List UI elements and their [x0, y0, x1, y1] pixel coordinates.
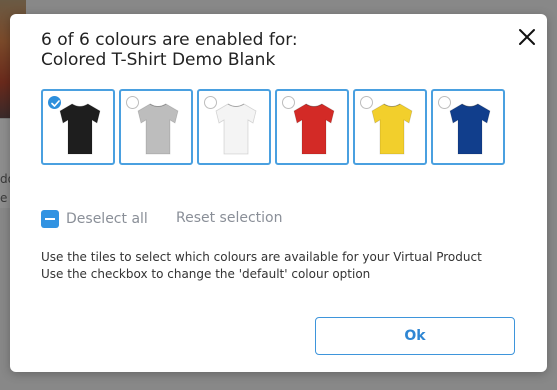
help-text-checkbox: Use the checkbox to change the 'default'…	[41, 267, 371, 281]
colour-tile-navy[interactable]	[431, 89, 505, 165]
deselect-all-checkbox[interactable]	[41, 210, 59, 228]
help-text: Use the tiles to select which colours ar…	[41, 249, 482, 283]
modal-title-line-count: 6 of 6 colours are enabled for:	[41, 30, 298, 50]
reset-selection-link[interactable]: Reset selection	[176, 210, 282, 226]
deselect-all-toggle[interactable]: Deselect all	[41, 210, 148, 228]
tshirt-icon	[215, 103, 257, 155]
tshirt-icon	[371, 103, 413, 155]
modal-title: 6 of 6 colours are enabled for: Colored …	[41, 30, 298, 70]
modal-title-line-product: Colored T-Shirt Demo Blank	[41, 50, 276, 70]
close-icon	[519, 29, 535, 45]
help-text-tiles: Use the tiles to select which colours ar…	[41, 250, 482, 264]
deselect-all-label[interactable]: Deselect all	[66, 211, 148, 227]
colour-tile-black[interactable]	[41, 89, 115, 165]
tshirt-icon	[59, 103, 101, 155]
colour-tile-yellow[interactable]	[353, 89, 427, 165]
ok-button[interactable]: Ok	[315, 317, 515, 355]
tshirt-icon	[449, 103, 491, 155]
colour-tiles	[41, 89, 511, 165]
tshirt-icon	[137, 103, 179, 155]
tshirt-icon	[293, 103, 335, 155]
close-button[interactable]	[516, 26, 538, 48]
colour-selection-modal: 6 of 6 colours are enabled for: Colored …	[10, 14, 547, 372]
background-text-fragment: e	[0, 191, 8, 205]
colour-tile-heather-grey[interactable]	[119, 89, 193, 165]
colour-tile-red[interactable]	[275, 89, 349, 165]
colour-tile-white[interactable]	[197, 89, 271, 165]
